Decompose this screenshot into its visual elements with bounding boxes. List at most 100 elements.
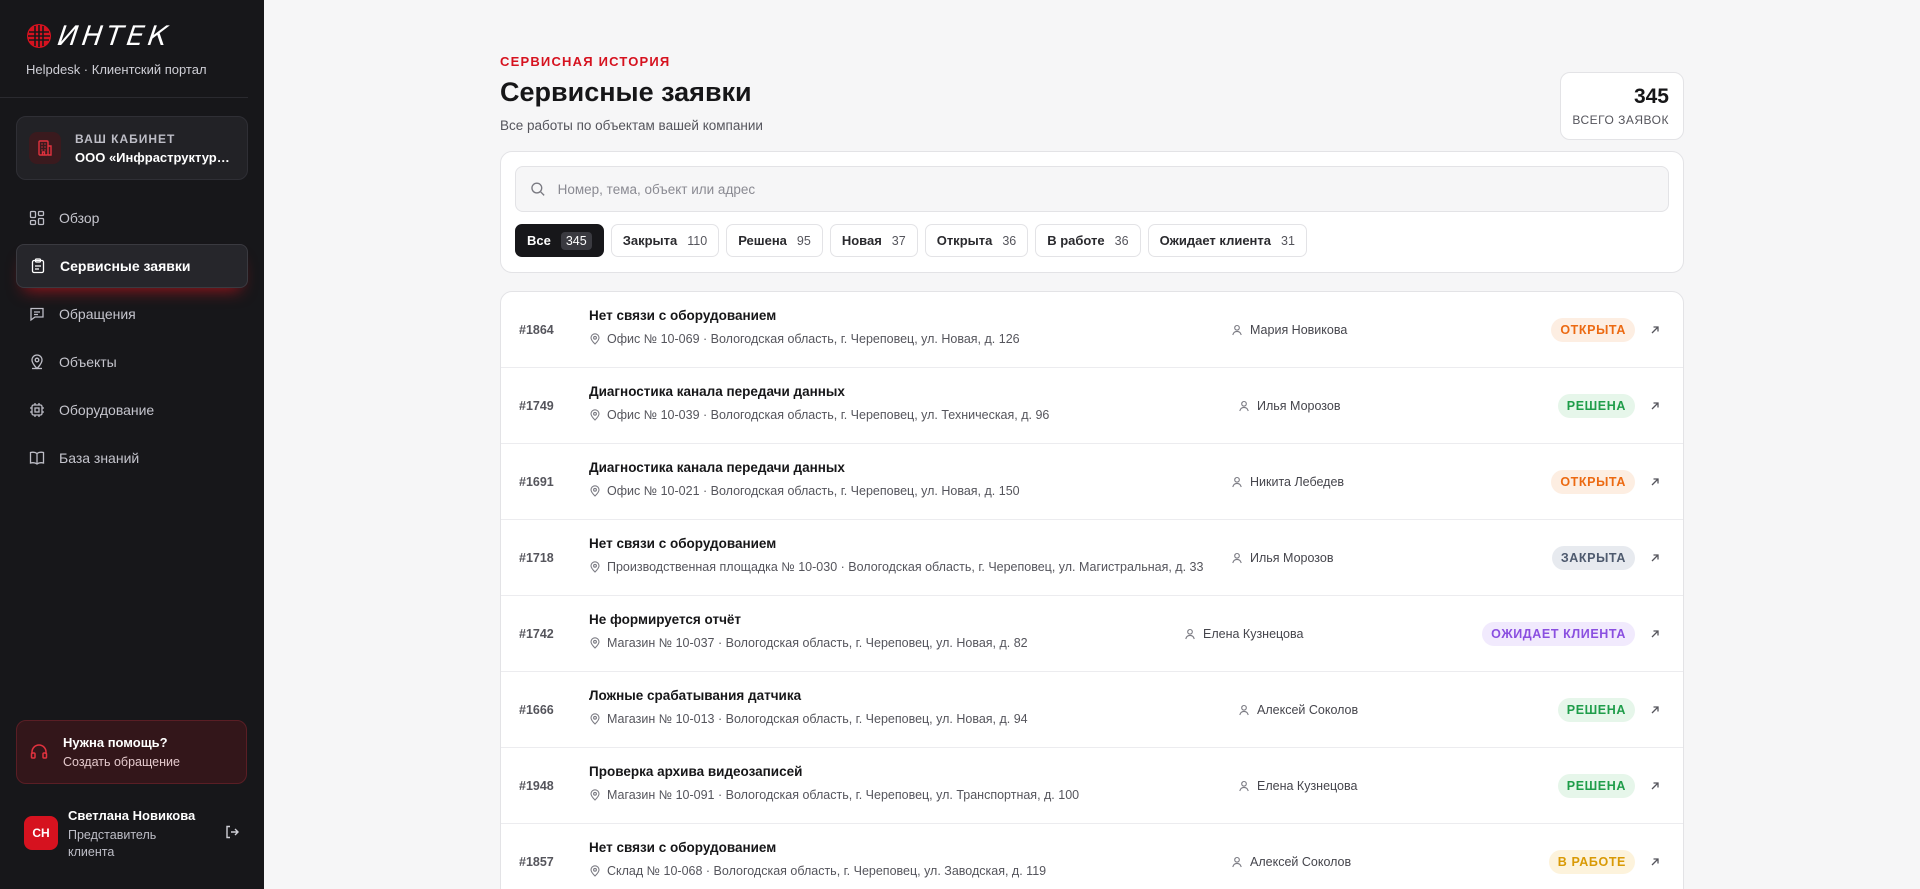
chat-icon <box>30 307 44 322</box>
filter-open[interactable]: Открыта 36 <box>924 224 1029 257</box>
ticket-address: Офис № 10-021 · Вологодская область, г. … <box>607 484 1020 498</box>
help-card[interactable]: Нужна помощь? Создать обращение <box>16 720 247 784</box>
arrow-up-right-icon[interactable] <box>1649 552 1661 564</box>
create-appeal-link[interactable]: Создать обращение <box>63 755 180 769</box>
table-row[interactable]: #1948 Проверка архива видеозаписей Магаз… <box>501 748 1683 824</box>
ticket-address: Магазин № 10-091 · Вологодская область, … <box>607 788 1080 802</box>
total-label: ВСЕГО ЗАЯВОК <box>1572 113 1669 127</box>
logo[interactable]: ИНТЕК <box>26 20 222 52</box>
sidebar-item-label: Объекты <box>59 354 117 370</box>
grid-icon <box>29 210 45 226</box>
ticket-id: #1666 <box>519 702 554 717</box>
filter-awaiting-client[interactable]: Ожидает клиента 31 <box>1147 224 1307 257</box>
ticket-list: #1864 Нет связи с оборудованием Офис № 1… <box>500 291 1684 889</box>
table-row[interactable]: #1691 Диагностика канала передачи данных… <box>501 444 1683 520</box>
search-box <box>515 166 1669 212</box>
filter-count: 95 <box>796 233 811 248</box>
user-profile: СН Светлана Новикова Представитель клиен… <box>24 808 240 861</box>
sidebar-item-overview[interactable]: Обзор <box>16 196 248 240</box>
ticket-assignee: Алексей Соколов <box>1231 855 1351 869</box>
cabinet-label: ВАШ КАБИНЕТ <box>75 131 176 146</box>
total-count: 345 <box>1633 85 1669 108</box>
ticket-title: Не формируется отчёт <box>589 612 742 627</box>
table-row[interactable]: #1864 Нет связи с оборудованием Офис № 1… <box>501 292 1683 368</box>
total-card: 345 ВСЕГО ЗАЯВОК <box>1560 72 1684 140</box>
filter-solved[interactable]: Решена 95 <box>726 224 823 257</box>
ticket-assignee: Елена Кузнецова <box>1238 779 1357 793</box>
filter-closed[interactable]: Закрыта 110 <box>610 224 720 257</box>
sidebar-item-service-requests[interactable]: Сервисные заявки <box>16 244 248 288</box>
cpu-icon <box>30 403 44 417</box>
user-role: Представитель клиента <box>68 828 157 859</box>
cabinet-card[interactable]: ВАШ КАБИНЕТ ООО «Инфраструктура п... <box>16 116 248 180</box>
search-input[interactable] <box>557 181 1654 197</box>
ticket-title: Ложные срабатывания датчика <box>589 688 802 703</box>
headset-icon <box>30 744 48 759</box>
search-icon <box>531 182 545 196</box>
ticket-address: Склад № 10-068 · Вологодская область, г.… <box>607 864 1047 878</box>
filter-label: Все <box>527 233 551 248</box>
ticket-id: #1691 <box>519 474 554 489</box>
filter-label: Решена <box>738 233 787 248</box>
filter-in-progress[interactable]: В работе 36 <box>1035 224 1141 257</box>
table-row[interactable]: #1718 Нет связи с оборудованием Производ… <box>501 520 1683 596</box>
filter-count: 110 <box>687 233 708 248</box>
page-eyebrow: СЕРВИСНАЯ ИСТОРИЯ <box>500 54 671 69</box>
ticket-assignee: Елена Кузнецова <box>1184 627 1303 641</box>
status-badge: ОТКРЫТА <box>1551 317 1635 342</box>
help-title: Нужна помощь? <box>63 735 168 750</box>
filter-count: 36 <box>1114 233 1129 248</box>
assignee-name: Елена Кузнецова <box>1257 778 1358 793</box>
assignee-name: Алексей Соколов <box>1257 702 1359 717</box>
clipboard-icon <box>31 258 45 274</box>
sidebar-item-knowledge-base[interactable]: База знаний <box>16 436 248 480</box>
sidebar-item-objects[interactable]: Объекты <box>16 340 248 384</box>
book-icon <box>29 451 45 465</box>
table-row[interactable]: #1666 Ложные срабатывания датчика Магази… <box>501 672 1683 748</box>
logout-icon[interactable] <box>224 824 240 840</box>
person-icon <box>1232 552 1242 563</box>
location-icon <box>590 865 600 877</box>
assignee-name: Никита Лебедев <box>1250 474 1345 489</box>
avatar[interactable]: СН <box>24 816 58 850</box>
status-badge: РЕШЕНА <box>1557 393 1635 418</box>
filter-new[interactable]: Новая 37 <box>829 224 918 257</box>
ticket-id: #1948 <box>519 778 554 793</box>
sidebar: ИНТЕК Helpdesk · Клиентский портал ВАШ К… <box>0 0 264 889</box>
person-icon <box>1185 628 1195 639</box>
arrow-up-right-icon[interactable] <box>1649 704 1661 716</box>
ticket-address: Магазин № 10-013 · Вологодская область, … <box>607 712 1028 726</box>
arrow-up-right-icon[interactable] <box>1649 476 1661 488</box>
arrow-up-right-icon[interactable] <box>1649 628 1661 640</box>
sidebar-item-equipment[interactable]: Оборудование <box>16 388 248 432</box>
ticket-id: #1749 <box>519 398 554 413</box>
table-row[interactable]: #1749 Диагностика канала передачи данных… <box>501 368 1683 444</box>
ticket-id: #1742 <box>519 626 554 641</box>
arrow-up-right-icon[interactable] <box>1649 324 1661 336</box>
sidebar-item-appeals[interactable]: Обращения <box>16 292 248 336</box>
ticket-assignee: Никита Лебедев <box>1231 475 1344 489</box>
page-subtitle: Все работы по объектам вашей компании <box>500 118 763 133</box>
arrow-up-right-icon[interactable] <box>1649 400 1661 412</box>
filter-label: Новая <box>841 233 882 248</box>
status-badge: В РАБОТЕ <box>1548 850 1635 874</box>
logo-text: ИНТЕК <box>55 20 174 52</box>
content: СЕРВИСНАЯ ИСТОРИЯ Сервисные заявки Все р… <box>500 0 1684 889</box>
filter-all[interactable]: Все 345 <box>515 224 604 257</box>
table-row[interactable]: #1857 Нет связи с оборудованием Склад № … <box>501 824 1683 889</box>
ticket-assignee: Илья Морозов <box>1231 551 1333 565</box>
table-row[interactable]: #1742 Не формируется отчёт Магазин № 10-… <box>501 596 1683 672</box>
filter-count: 37 <box>891 233 906 248</box>
filter-label: Открыта <box>936 233 993 248</box>
filter-label: Закрыта <box>622 233 678 248</box>
status-badge: РЕШЕНА <box>1557 697 1635 722</box>
cabinet-company: ООО «Инфраструктура п... <box>75 149 235 165</box>
arrow-up-right-icon[interactable] <box>1649 780 1661 792</box>
person-icon <box>1239 704 1249 715</box>
location-icon <box>590 485 600 497</box>
status-badge: ОЖИДАЕТ КЛИЕНТА <box>1482 621 1635 646</box>
arrow-up-right-icon[interactable] <box>1649 856 1661 868</box>
location-icon <box>590 561 600 573</box>
ticket-title: Нет связи с оборудованием <box>589 308 777 323</box>
location-icon <box>590 409 600 421</box>
